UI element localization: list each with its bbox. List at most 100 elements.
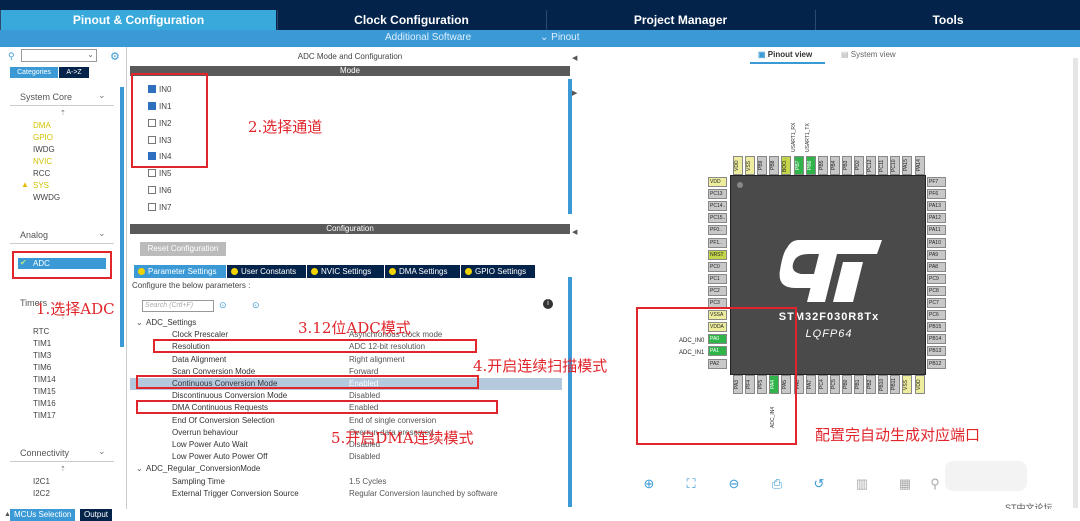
pin-boo[interactable]: BOO..: [781, 156, 792, 175]
pin-pb12[interactable]: PB12: [927, 358, 946, 369]
tab-pinout-view[interactable]: ▣ Pinout view: [758, 50, 812, 59]
list-item-tim14[interactable]: TIM14: [33, 374, 56, 385]
right-scrollbar[interactable]: [1073, 58, 1078, 508]
list-item-i2c2[interactable]: I2C2: [33, 488, 50, 499]
list-item-tim1[interactable]: TIM1: [33, 338, 51, 349]
channel-in6[interactable]: IN6: [148, 185, 171, 196]
category-header-connectivity[interactable]: Connectivity: [20, 448, 69, 458]
pin-pa7[interactable]: PA7: [805, 375, 816, 394]
tab-categories[interactable]: Categories: [10, 67, 58, 78]
pin-pb11[interactable]: PB11: [890, 375, 901, 394]
pin-pb7[interactable]: PB7: [793, 156, 804, 175]
pin-pb0[interactable]: PB0: [841, 375, 852, 394]
parameter-row[interactable]: Sampling Time 1.5 Cycles: [130, 476, 562, 488]
parameter-row[interactable]: External Trigger Conversion Source Regula…: [130, 488, 562, 500]
pin-pb5[interactable]: PB5: [817, 156, 828, 175]
pin-vss[interactable]: VSS: [745, 156, 756, 175]
tab-dma-settings[interactable]: DMA Settings: [385, 265, 460, 278]
pin-pc1[interactable]: PC1: [708, 273, 727, 284]
parameter-row[interactable]: End Of Conversion Selection End of single…: [130, 415, 562, 427]
pin-pb10[interactable]: PB10: [878, 375, 889, 394]
pin-pc0[interactable]: PC0: [708, 261, 727, 272]
collapse-left-icon[interactable]: ◀: [572, 228, 577, 236]
chevron-down-icon[interactable]: ⌄: [98, 228, 106, 239]
collapse-left-icon[interactable]: ◀: [572, 54, 577, 62]
pin-pb3[interactable]: PB3: [841, 156, 852, 175]
checkbox[interactable]: [148, 202, 156, 211]
pin-pc9[interactable]: PC9: [927, 273, 946, 284]
search-up-icon[interactable]: ⊙: [219, 300, 227, 311]
parameter-scrollbar[interactable]: [568, 277, 572, 507]
tab-parameter-settings[interactable]: Parameter Settings: [134, 265, 226, 278]
info-icon[interactable]: i: [543, 299, 553, 309]
pin-pc7[interactable]: PC7: [927, 298, 946, 308]
grid-icon[interactable]: ▦: [898, 477, 912, 491]
reset-configuration-button[interactable]: Reset Configuration: [140, 242, 226, 256]
split-view-icon[interactable]: ▥: [855, 477, 869, 491]
pin-pc8[interactable]: PC8: [927, 285, 946, 296]
chevron-down-icon[interactable]: ⌄: [136, 463, 143, 475]
tab-pinout-configuration[interactable]: Pinout & Configuration: [0, 10, 276, 30]
pin-pc11[interactable]: PC11: [878, 156, 889, 175]
list-item-tim17[interactable]: TIM17: [33, 410, 56, 421]
pin-pc2[interactable]: PC2: [708, 285, 727, 296]
channel-in7[interactable]: IN7: [148, 202, 171, 213]
mode-scrollbar[interactable]: [568, 79, 572, 214]
list-item-tim15[interactable]: TIM15: [33, 386, 56, 397]
pin-vdd[interactable]: VDD: [914, 375, 925, 394]
pin-pb6[interactable]: PB6: [805, 156, 816, 175]
tab-system-view[interactable]: ▤ System view: [841, 50, 896, 59]
pin-pb9[interactable]: PB9: [757, 156, 768, 175]
pin-pb1[interactable]: PB1: [854, 375, 864, 394]
pin-pc6[interactable]: PC6: [927, 310, 946, 321]
pin-pb2[interactable]: PB2: [866, 375, 877, 394]
list-item-rcc[interactable]: RCC: [33, 168, 50, 179]
zoom-in-icon[interactable]: ⊕: [642, 477, 656, 491]
chevron-down-icon[interactable]: ⌄: [98, 446, 106, 457]
sort-icon[interactable]: ⇡: [60, 109, 66, 117]
pin-pa11[interactable]: PA11: [927, 225, 946, 236]
pin-pd2[interactable]: PD2: [854, 156, 864, 175]
list-item-tim6[interactable]: TIM6: [33, 362, 51, 373]
search-down-icon[interactable]: ⊙: [252, 300, 260, 311]
parameter-value[interactable]: Regular Conversion launched by software: [349, 488, 498, 500]
channel-in5[interactable]: IN5: [148, 168, 171, 179]
parameter-search-input[interactable]: Search (Crtl+F): [142, 300, 214, 312]
gear-icon[interactable]: ⚙: [110, 50, 120, 63]
tab-tools[interactable]: Tools: [815, 10, 1080, 30]
pin-pc5[interactable]: PC5: [829, 375, 840, 394]
pin-pa10[interactable]: PA10: [927, 237, 946, 248]
category-header-analog[interactable]: Analog: [20, 230, 48, 240]
pin-pb8[interactable]: PB8: [769, 156, 780, 175]
pin-vdd[interactable]: VDD: [708, 177, 727, 187]
pin-pf6[interactable]: PF6: [927, 189, 946, 200]
pin-pf0[interactable]: PF0..: [708, 225, 727, 236]
tab-clock-configuration[interactable]: Clock Configuration: [277, 10, 545, 30]
tab-output[interactable]: Output: [80, 509, 113, 521]
zoom-out-icon[interactable]: ⊖: [727, 477, 741, 491]
search-icon[interactable]: ⚲: [928, 477, 942, 491]
pin-nrst[interactable]: NRST: [708, 249, 727, 260]
pin-pf7[interactable]: PF7: [927, 177, 946, 187]
list-item-rtc[interactable]: RTC: [33, 326, 49, 337]
pin-pc12[interactable]: PC12: [866, 156, 877, 175]
parameter-value[interactable]: Right alignment: [349, 354, 405, 366]
pin-pc14[interactable]: PC14..: [708, 201, 727, 212]
pin-pb13[interactable]: PB13: [927, 346, 946, 357]
chevron-down-icon[interactable]: ⌄: [98, 90, 106, 101]
pin-pc10[interactable]: PC10: [890, 156, 901, 175]
pin-pa14[interactable]: PA14: [914, 156, 925, 175]
pin-vdd[interactable]: VDD: [733, 156, 743, 175]
export-icon[interactable]: ⎙: [770, 477, 784, 491]
parameter-value[interactable]: 1.5 Cycles: [349, 476, 386, 488]
pin-pa15[interactable]: PA15: [902, 156, 913, 175]
category-search-input[interactable]: ⌄: [21, 49, 97, 62]
pin-pa12[interactable]: PA12: [927, 213, 946, 224]
pin-pa9[interactable]: PA9: [927, 249, 946, 260]
pin-pb4[interactable]: PB4: [829, 156, 840, 175]
chevron-down-icon[interactable]: ⌄: [136, 317, 143, 329]
list-item-gpio[interactable]: GPIO: [33, 132, 53, 143]
pin-pc13[interactable]: PC13: [708, 189, 727, 200]
tab-project-manager[interactable]: Project Manager: [546, 10, 814, 30]
pin-pc4[interactable]: PC4: [817, 375, 828, 394]
